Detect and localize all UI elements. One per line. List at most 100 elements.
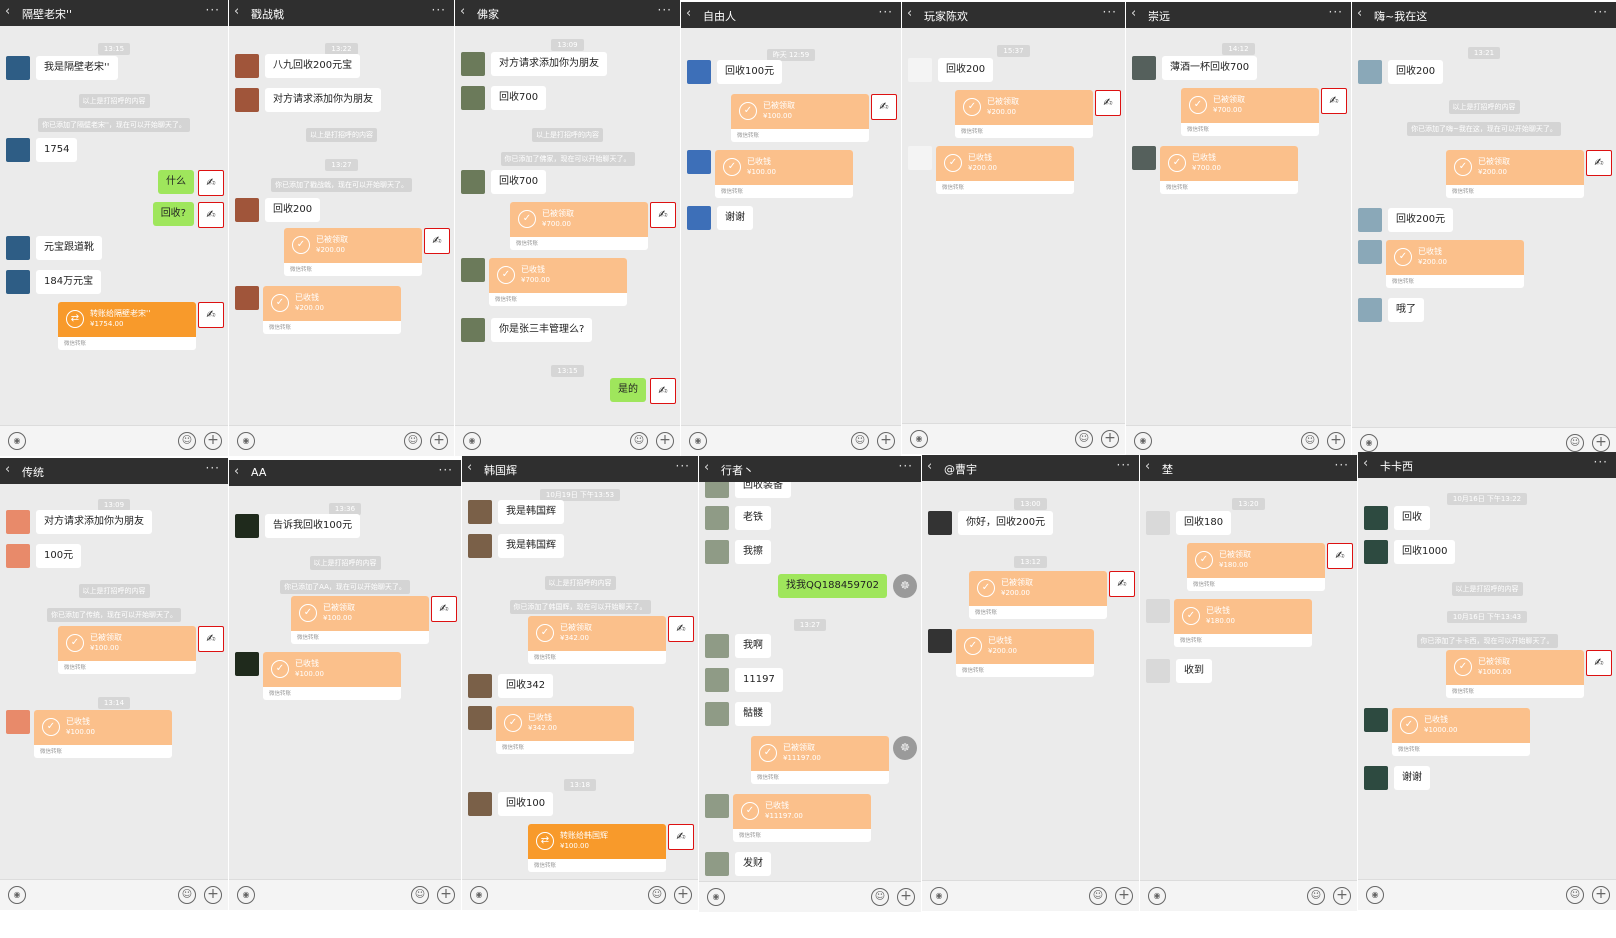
- mine2[interactable]: ☸: [893, 574, 917, 598]
- plus-icon[interactable]: +: [204, 886, 222, 904]
- emoji-icon[interactable]: ☺: [1075, 430, 1093, 448]
- valley-avatar[interactable]: [705, 506, 729, 530]
- emoji-icon[interactable]: ☺: [178, 432, 196, 450]
- ninja-avatar[interactable]: [1364, 540, 1388, 564]
- message-bubble[interactable]: 回收700: [491, 170, 547, 194]
- message-bubble[interactable]: 你是张三丰管理么?: [491, 318, 593, 342]
- voice-input-icon[interactable]: ◉: [463, 432, 481, 450]
- message-bubble[interactable]: 骷髅: [735, 702, 771, 726]
- valley-avatar[interactable]: [705, 794, 729, 818]
- emoji-icon[interactable]: ☺: [630, 432, 648, 450]
- valley-avatar[interactable]: [705, 634, 729, 658]
- voice-input-icon[interactable]: ◉: [237, 886, 255, 904]
- mine[interactable]: ✍: [650, 202, 676, 228]
- voice-input-icon[interactable]: ◉: [910, 430, 928, 448]
- message-bubble[interactable]: 回收342: [498, 674, 554, 698]
- bw-avatar[interactable]: [928, 511, 952, 535]
- emoji-icon[interactable]: ☺: [178, 886, 196, 904]
- accepted-transfer-card[interactable]: ✓ 已收钱 ¥342.00 微信转账: [496, 706, 634, 754]
- mine[interactable]: ✍: [668, 824, 694, 850]
- transfer-card[interactable]: ⇄ 转账给韩国辉 ¥100.00 微信转账: [528, 824, 666, 872]
- message-bubble[interactable]: 发财: [735, 852, 771, 876]
- blue-avatar[interactable]: [687, 150, 711, 174]
- sea-avatar[interactable]: [1358, 208, 1382, 232]
- dark-avatar[interactable]: [235, 652, 259, 676]
- voice-input-icon[interactable]: ◉: [930, 887, 948, 905]
- back-arrow-icon[interactable]: ‹: [907, 6, 912, 21]
- plus-icon[interactable]: +: [1327, 432, 1345, 450]
- plus-icon[interactable]: +: [430, 432, 448, 450]
- message-bubble[interactable]: 我是隔壁老宋'': [36, 56, 118, 80]
- more-options-icon[interactable]: ···: [676, 459, 690, 473]
- accepted-transfer-card[interactable]: ✓ 已收钱 ¥200.00 微信转账: [936, 146, 1074, 194]
- message-bubble[interactable]: 11197: [735, 668, 783, 692]
- plus-icon[interactable]: +: [897, 888, 915, 906]
- photo-avatar[interactable]: [461, 318, 485, 342]
- message-bubble[interactable]: 回收200: [1388, 60, 1444, 84]
- voice-input-icon[interactable]: ◉: [1360, 434, 1378, 452]
- message-bubble[interactable]: 对方请求添加你为朋友: [36, 510, 152, 534]
- more-options-icon[interactable]: ···: [206, 3, 220, 17]
- back-arrow-icon[interactable]: ‹: [1363, 456, 1368, 471]
- back-arrow-icon[interactable]: ‹: [5, 462, 10, 477]
- cartoon-avatar[interactable]: [6, 710, 30, 734]
- mine[interactable]: ✍: [1586, 650, 1612, 676]
- mine[interactable]: ✍: [1586, 150, 1612, 176]
- mine[interactable]: ✍: [650, 378, 676, 404]
- received-transfer-card[interactable]: ✓ 已被领取 ¥11197.00 微信转账: [751, 736, 889, 784]
- cartoon-avatar[interactable]: [6, 544, 30, 568]
- emoji-icon[interactable]: ☺: [1301, 432, 1319, 450]
- received-transfer-card[interactable]: ✓ 已被领取 ¥100.00 微信转账: [731, 94, 869, 142]
- blue-avatar[interactable]: [687, 206, 711, 230]
- mine[interactable]: ✍: [668, 616, 694, 642]
- back-arrow-icon[interactable]: ‹: [467, 460, 472, 475]
- message-bubble[interactable]: 我是韩国辉: [498, 534, 564, 558]
- ninja-avatar[interactable]: [1364, 506, 1388, 530]
- bw-avatar[interactable]: [928, 629, 952, 653]
- more-options-icon[interactable]: ···: [1103, 5, 1117, 19]
- accepted-transfer-card[interactable]: ✓ 已收钱 ¥200.00 微信转账: [263, 286, 401, 334]
- plus-icon[interactable]: +: [1592, 886, 1610, 904]
- received-transfer-card[interactable]: ✓ 已被领取 ¥100.00 微信转账: [58, 626, 196, 674]
- message-bubble[interactable]: 回收700: [491, 86, 547, 110]
- photo-avatar[interactable]: [461, 170, 485, 194]
- more-options-icon[interactable]: ···: [1594, 5, 1608, 19]
- valley-avatar[interactable]: [705, 852, 729, 876]
- muscle-avatar[interactable]: [235, 54, 259, 78]
- valley-avatar[interactable]: [705, 668, 729, 692]
- message-bubble[interactable]: 回收200: [938, 58, 994, 82]
- mine[interactable]: ✍: [871, 94, 897, 120]
- voice-input-icon[interactable]: ◉: [1148, 887, 1166, 905]
- plus-icon[interactable]: +: [1101, 430, 1119, 448]
- back-arrow-icon[interactable]: ‹: [686, 6, 691, 21]
- face-avatar[interactable]: [468, 534, 492, 558]
- mine[interactable]: ✍: [1327, 543, 1353, 569]
- accepted-transfer-card[interactable]: ✓ 已收钱 ¥11197.00 微信转账: [733, 794, 871, 842]
- land-avatar[interactable]: [1132, 146, 1156, 170]
- dark-avatar[interactable]: [235, 514, 259, 538]
- received-transfer-card[interactable]: ✓ 已被领取 ¥200.00 微信转账: [284, 228, 422, 276]
- voice-input-icon[interactable]: ◉: [237, 432, 255, 450]
- received-transfer-card[interactable]: ✓ 已被领取 ¥700.00 微信转账: [1181, 88, 1319, 136]
- photo-avatar[interactable]: [461, 258, 485, 282]
- message-bubble[interactable]: 告诉我回收100元: [265, 514, 361, 538]
- message-bubble[interactable]: 回收200: [265, 198, 321, 222]
- transfer-card[interactable]: ⇄ 转账给隔壁老宋'' ¥1754.00 微信转账: [58, 302, 196, 350]
- emoji-icon[interactable]: ☺: [1089, 887, 1107, 905]
- message-bubble[interactable]: 是的: [610, 378, 646, 402]
- emoji-icon[interactable]: ☺: [648, 886, 666, 904]
- accepted-transfer-card[interactable]: ✓ 已收钱 ¥100.00 微信转账: [715, 150, 853, 198]
- voice-input-icon[interactable]: ◉: [707, 888, 725, 906]
- more-options-icon[interactable]: ···: [899, 459, 913, 473]
- face-avatar[interactable]: [468, 706, 492, 730]
- shark-avatar[interactable]: [6, 270, 30, 294]
- muscle-avatar[interactable]: [235, 88, 259, 112]
- emoji-icon[interactable]: ☺: [1566, 886, 1584, 904]
- message-bubble[interactable]: 对方请求添加你为朋友: [265, 88, 381, 112]
- more-options-icon[interactable]: ···: [1329, 5, 1343, 19]
- voice-input-icon[interactable]: ◉: [1366, 886, 1384, 904]
- message-bubble[interactable]: 元宝跟道靴: [36, 236, 102, 260]
- shark-avatar[interactable]: [6, 236, 30, 260]
- emoji-icon[interactable]: ☺: [1566, 434, 1584, 452]
- anime-avatar[interactable]: [1146, 659, 1170, 683]
